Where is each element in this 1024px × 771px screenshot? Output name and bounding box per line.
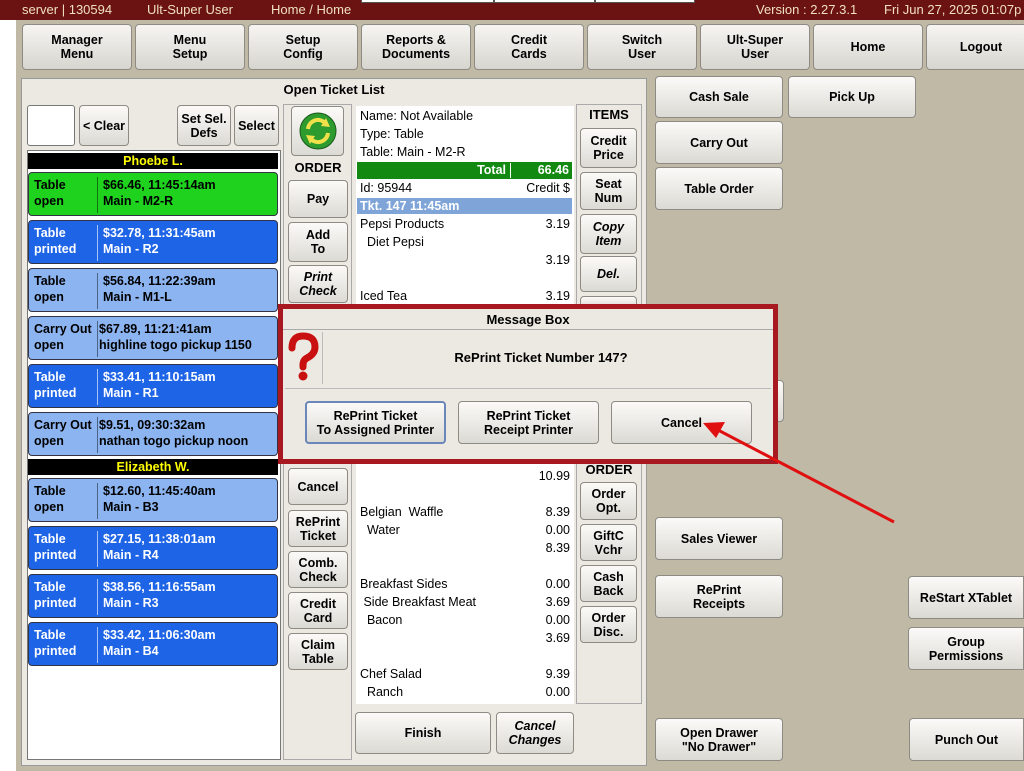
annotation-arrow (703, 422, 895, 524)
